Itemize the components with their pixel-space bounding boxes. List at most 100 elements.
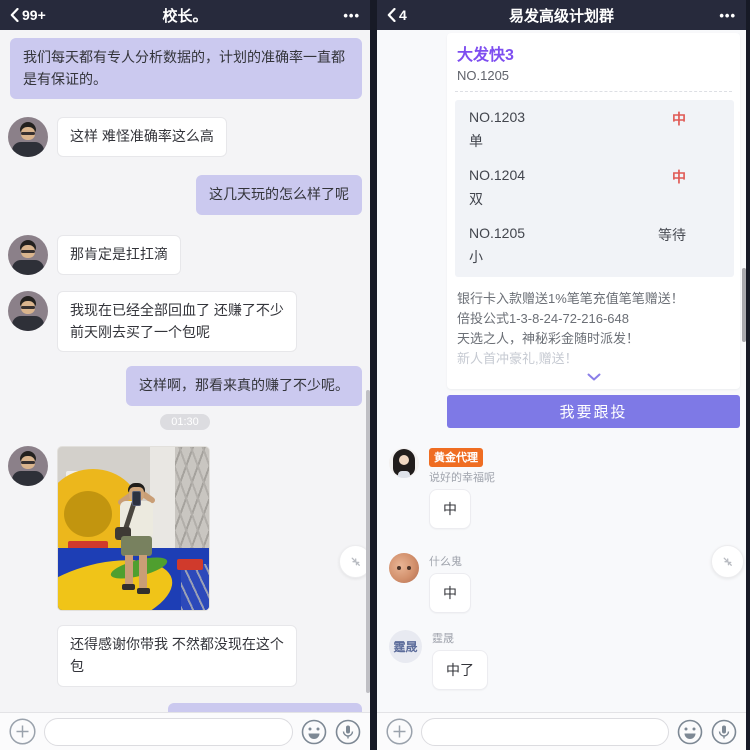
message-bubble: 还得感谢你带我 不然都没现在这个 包 — [57, 625, 297, 687]
screen-edge-strip — [746, 0, 750, 750]
message-bubble: 那肯定是扛扛滴 — [57, 235, 181, 275]
dashed-divider — [455, 91, 732, 92]
pick: 单 — [469, 133, 483, 149]
group-message: 黄金代理 说好的幸福呢 中 — [377, 448, 740, 529]
message-bubble: 这样 难怪准确率这么高 — [57, 117, 227, 158]
issue-no: NO.1203 — [469, 109, 526, 125]
current-issue: NO.1205 — [457, 68, 510, 83]
voice-button[interactable] — [335, 719, 361, 745]
avatar[interactable] — [8, 446, 48, 487]
right-header: 4 易发高级计划群 ••• — [377, 0, 746, 30]
voice-button[interactable] — [711, 719, 737, 745]
role-badge: 黄金代理 — [429, 448, 483, 467]
promo-line: 倍投公式1-3-8-24-72-216-648 — [457, 311, 629, 326]
promo-line: 银行卡入款赠送1%笔笔充值笔笔赠送！ — [457, 291, 684, 306]
avatar[interactable] — [8, 117, 48, 158]
plus-icon — [9, 718, 36, 745]
left-header: 99+ 校长。 ••• — [0, 0, 370, 30]
collapse-arrows-icon — [723, 557, 732, 566]
unread-count: 4 — [399, 7, 407, 23]
sender-name: 说好的幸福呢 — [429, 472, 495, 484]
issue-no: NO.1205 — [469, 225, 526, 241]
back-button[interactable]: 99+ — [10, 7, 46, 23]
photo-person — [108, 483, 164, 609]
photo-shape — [181, 564, 209, 611]
right-input-bar — [377, 712, 746, 750]
lottery-name: 大发快3 — [457, 47, 514, 64]
panel-divider — [370, 0, 377, 750]
plan-row: NO.1204 双 中 — [455, 159, 734, 217]
smiley-icon — [677, 719, 703, 744]
group-message: 霆晟 霆晟 中了 — [377, 630, 740, 690]
plan-results-box: NO.1203 单 中 NO.1204 双 中 NO.1205 小 等待 — [455, 100, 734, 277]
photo-shape — [64, 491, 112, 538]
chevron-down-icon — [587, 373, 600, 381]
emoji-button[interactable] — [677, 719, 703, 745]
avatar[interactable]: 霆晟 — [389, 630, 422, 663]
result-badge: 中 — [672, 169, 686, 185]
result-badge: 中 — [672, 111, 686, 127]
avatar[interactable] — [389, 553, 419, 583]
microphone-icon — [335, 719, 361, 744]
left-input-bar — [0, 712, 370, 750]
group-chat-panel: 4 易发高级计划群 ••• 大发快3 NO.1205 NO.1203 单 中 N… — [377, 0, 746, 750]
message-input[interactable] — [44, 717, 293, 746]
right-message-list: 大发快3 NO.1205 NO.1203 单 中 NO.1204 双 中 NO.12… — [377, 30, 746, 712]
pick: 双 — [469, 191, 483, 207]
sender-name: 霆晟 — [432, 633, 454, 645]
plus-icon — [386, 718, 413, 745]
avatar[interactable] — [8, 235, 48, 276]
plan-row: NO.1203 单 中 — [455, 102, 734, 159]
message-sent: 大家一起赚钱，不用客气。 — [8, 702, 362, 712]
photo-shape — [177, 559, 203, 571]
collapse-window-button[interactable] — [711, 545, 744, 578]
plan-row: NO.1205 小 等待 — [455, 217, 734, 275]
message-bubble: 中 — [429, 489, 471, 529]
right-scrollbar-thumb[interactable] — [742, 268, 746, 342]
promo-text: 银行卡入款赠送1%笔笔充值笔笔赠送！ 倍投公式1-3-8-24-72-216-6… — [447, 283, 740, 369]
emoji-button[interactable] — [301, 719, 327, 745]
promo-line: 新人首冲豪礼,赠送！ — [457, 351, 578, 366]
message-received: 这样 难怪准确率这么高 — [8, 117, 362, 158]
attach-plus-button[interactable] — [9, 718, 36, 745]
dual-chat-screenshot: 99+ 校长。 ••• 我们每天都有专人分析数据的，计划的准确率一直都是有保证的… — [0, 0, 750, 750]
message-input[interactable] — [421, 717, 669, 746]
unread-count: 99+ — [22, 7, 46, 23]
timestamp-divider: 01:30 — [8, 414, 362, 431]
sender-name: 什么鬼 — [429, 556, 462, 568]
message-sent: 这样啊，那看来真的赚了不少呢。 — [8, 366, 362, 407]
pick: 小 — [469, 249, 483, 265]
chat-title: 易发高级计划群 — [508, 7, 614, 25]
back-chevron-icon — [387, 8, 396, 22]
message-bubble: 这样啊，那看来真的赚了不少呢。 — [126, 366, 362, 407]
more-menu-button[interactable]: ••• — [719, 8, 736, 23]
timestamp: 01:30 — [160, 414, 210, 431]
photo-message[interactable] — [57, 446, 210, 612]
chat-title: 校长。 — [162, 7, 208, 25]
back-button[interactable]: 4 — [387, 7, 407, 23]
promo-line: 天选之人，神秘彩金随时派发！ — [457, 331, 640, 346]
message-bubble: 大家一起赚钱，不用客气。 — [168, 702, 362, 712]
message-received: 我现在已经全部回血了 还赚了不少 前天刚去买了一个包呢 — [8, 291, 362, 353]
message-sent: 这几天玩的怎么样了呢 — [8, 175, 362, 216]
plan-card: 大发快3 NO.1205 NO.1203 单 中 NO.1204 双 中 NO.12… — [447, 33, 740, 389]
left-message-list: 我们每天都有专人分析数据的，计划的准确率一直都是有保证的。 这样 难怪准确率这么… — [0, 30, 370, 712]
attach-plus-button[interactable] — [386, 718, 413, 745]
collapse-arrows-icon — [351, 557, 360, 566]
private-chat-panel: 99+ 校长。 ••• 我们每天都有专人分析数据的，计划的准确率一直都是有保证的… — [0, 0, 370, 750]
microphone-icon — [711, 719, 737, 744]
message-bubble: 我们每天都有专人分析数据的，计划的准确率一直都是有保证的。 — [10, 38, 362, 100]
message-bubble: 中 — [429, 573, 471, 613]
back-chevron-icon — [10, 8, 19, 22]
result-badge: 等待 — [658, 227, 686, 243]
avatar[interactable] — [389, 448, 419, 478]
left-scrollbar-thumb[interactable] — [366, 390, 370, 693]
message-sent: 我们每天都有专人分析数据的，计划的准确率一直都是有保证的。 — [8, 38, 362, 100]
avatar[interactable] — [8, 291, 48, 332]
message-received — [8, 446, 362, 612]
more-menu-button[interactable]: ••• — [343, 8, 360, 23]
message-bubble: 中了 — [432, 650, 488, 690]
follow-bet-button[interactable]: 我要跟投 — [447, 395, 740, 428]
expand-promo-button[interactable] — [447, 369, 740, 389]
group-message: 什么鬼 中 — [377, 553, 740, 613]
